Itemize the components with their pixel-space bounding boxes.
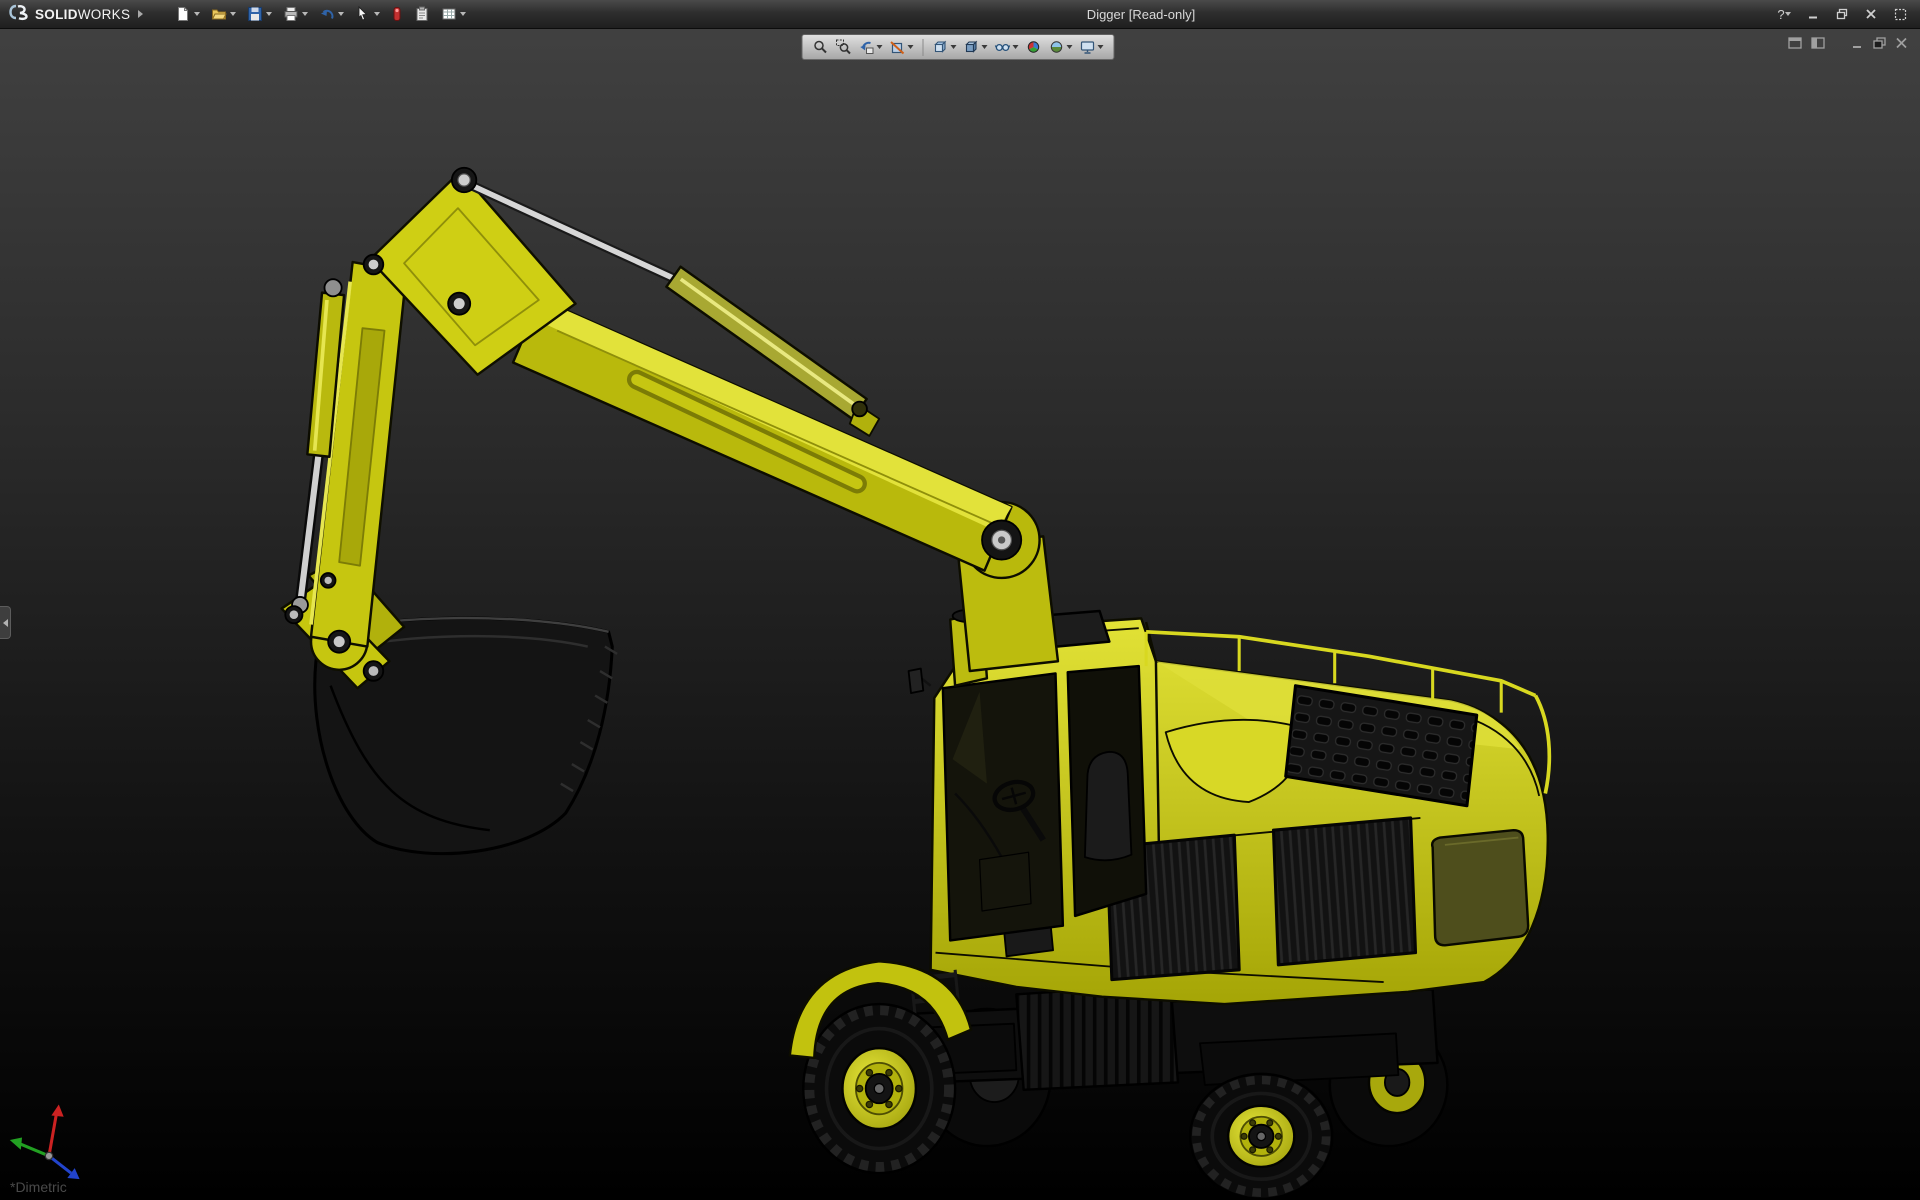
help-button[interactable]: ?	[1774, 4, 1794, 24]
dropdown-caret	[1098, 45, 1104, 49]
hud-display-style-button[interactable]	[962, 38, 990, 56]
edit-appearance-icon	[1026, 39, 1042, 55]
brand-text: SOLIDWORKS	[35, 7, 130, 22]
chevron-right-icon	[138, 10, 143, 18]
options-icon	[441, 6, 457, 22]
hud-view-settings-button[interactable]	[1078, 38, 1106, 56]
window-controls: ?	[1774, 4, 1920, 24]
hud-apply-scene-button[interactable]	[1047, 38, 1075, 56]
app-restore-button[interactable]	[1832, 4, 1852, 24]
zoom-to-area-icon	[836, 39, 852, 55]
single-pane-icon	[1811, 37, 1825, 49]
doc-restore-button[interactable]	[1873, 37, 1886, 49]
wheel-rear-left[interactable]	[1190, 1074, 1332, 1199]
minimize-icon	[1807, 8, 1819, 20]
close-icon	[1895, 37, 1908, 49]
window-title: Digger [Read-only]	[1087, 0, 1195, 29]
feature-panel-collapse-handle[interactable]	[0, 606, 11, 639]
previous-view-icon	[859, 39, 875, 55]
select-button[interactable]	[352, 2, 383, 27]
save-icon	[247, 6, 263, 22]
minimize-icon	[1851, 37, 1864, 49]
ds-logo	[8, 3, 30, 26]
doc-split-pane-button[interactable]	[1788, 37, 1802, 49]
zoom-to-fit-icon	[813, 39, 829, 55]
hud-view-orientation-button[interactable]	[931, 38, 959, 56]
section-view-icon	[890, 39, 906, 55]
app-close-button[interactable]	[1861, 4, 1881, 24]
dropdown-caret	[338, 12, 344, 16]
fullscreen-toggle-icon	[1894, 8, 1907, 21]
dropdown-caret	[1785, 12, 1791, 16]
options-button[interactable]	[438, 2, 469, 27]
hud-hide-show-items-button[interactable]	[993, 38, 1021, 56]
print-button[interactable]	[280, 2, 311, 27]
view-orientation-icon	[933, 39, 949, 55]
operator-seat[interactable]	[1085, 752, 1132, 860]
view-orientation-label: *Dimetric	[10, 1179, 67, 1195]
doc-single-pane-button[interactable]	[1811, 37, 1825, 49]
help-icon: ?	[1777, 7, 1784, 22]
dropdown-caret	[908, 45, 914, 49]
hud-zoom-to-fit-button[interactable]	[811, 38, 831, 56]
hud-edit-appearance-button[interactable]	[1024, 38, 1044, 56]
select-cursor-icon	[355, 6, 371, 22]
dropdown-caret	[951, 45, 957, 49]
dropdown-caret	[877, 45, 883, 49]
dropdown-caret	[194, 12, 200, 16]
dropdown-caret	[460, 12, 466, 16]
titlebar: SOLIDWORKS	[0, 0, 1920, 29]
new-document-button[interactable]	[172, 2, 203, 27]
dropdown-caret	[982, 45, 988, 49]
document-window-controls	[1788, 37, 1908, 49]
rebuild-icon	[391, 6, 403, 22]
dropdown-caret	[374, 12, 380, 16]
print-icon	[283, 6, 299, 22]
solidworks-logo[interactable]: SOLIDWORKS	[0, 0, 134, 28]
save-button[interactable]	[244, 2, 275, 27]
wheel-front-left[interactable]	[803, 1004, 955, 1173]
hud-previous-view-button[interactable]	[857, 38, 885, 56]
split-pane-icon	[1788, 37, 1802, 49]
dropdown-caret	[230, 12, 236, 16]
doc-minimize-button[interactable]	[1851, 37, 1864, 49]
dropdown-caret	[1067, 45, 1073, 49]
hud-zoom-to-area-button[interactable]	[834, 38, 854, 56]
restore-icon	[1873, 37, 1886, 49]
file-properties-button[interactable]	[411, 2, 433, 27]
close-icon	[1865, 8, 1877, 20]
open-button[interactable]	[208, 2, 239, 27]
view-settings-icon	[1080, 39, 1096, 55]
fullscreen-toggle-button[interactable]	[1890, 4, 1910, 24]
standard-toolbar	[172, 0, 469, 28]
rebuild-button[interactable]	[388, 2, 406, 27]
graphics-viewport[interactable]	[0, 0, 1920, 1200]
file-properties-icon	[414, 6, 430, 22]
toolbar-separator	[923, 39, 924, 56]
dropdown-caret	[302, 12, 308, 16]
hide-show-items-icon	[995, 39, 1011, 55]
apply-scene-icon	[1049, 39, 1065, 55]
dropdown-caret	[1013, 45, 1019, 49]
hud-section-view-button[interactable]	[888, 38, 916, 56]
new-document-icon	[175, 6, 191, 22]
restore-icon	[1836, 8, 1848, 20]
dropdown-caret	[266, 12, 272, 16]
menu-flyout-arrow[interactable]	[134, 4, 146, 24]
console	[980, 852, 1031, 911]
collapse-panel-icon	[3, 619, 8, 627]
undo-button[interactable]	[316, 2, 347, 27]
rear-panel[interactable]	[1432, 830, 1528, 945]
open-icon	[211, 6, 227, 22]
doc-close-button[interactable]	[1895, 37, 1908, 49]
app-minimize-button[interactable]	[1803, 4, 1823, 24]
display-style-icon	[964, 39, 980, 55]
undo-icon	[319, 6, 335, 22]
heads-up-view-toolbar	[802, 34, 1115, 60]
